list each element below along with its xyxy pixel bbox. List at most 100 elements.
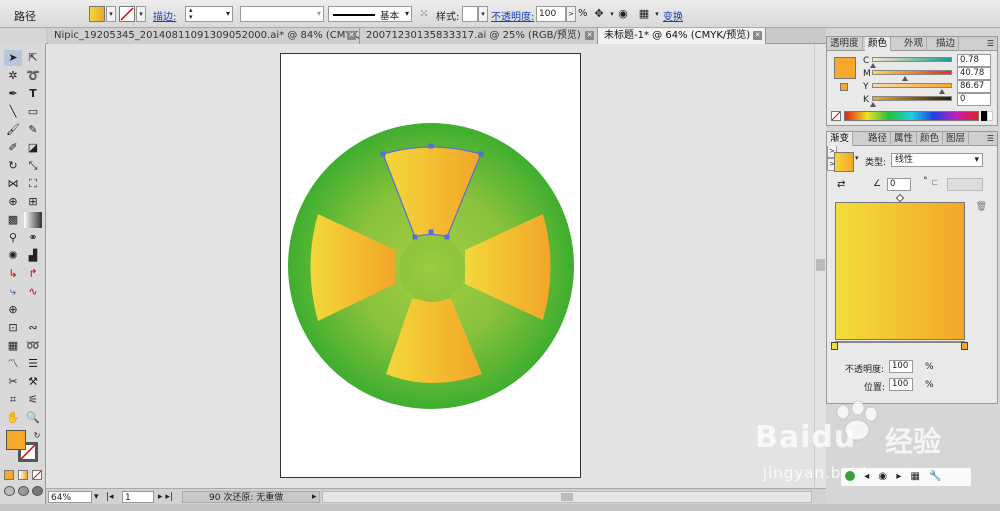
stroke-link[interactable]: 描边: <box>153 8 176 23</box>
tab-document-1[interactable]: Nipic_19205345_20140811091309052000.ai* … <box>48 28 360 44</box>
white-swatch[interactable] <box>987 111 993 121</box>
artboard[interactable] <box>280 53 581 478</box>
none-mode-icon[interactable] <box>32 470 42 480</box>
scale-tool-icon[interactable]: ⤡ <box>24 158 42 174</box>
scroll-thumb[interactable] <box>561 493 573 501</box>
eraser-icon[interactable]: ◪ <box>24 140 42 156</box>
gradient-swatch[interactable] <box>834 152 854 172</box>
tab-color-guide[interactable]: 颜色 <box>917 132 944 146</box>
tab-document-3[interactable]: 未标题-1* @ 64% (CMYK/预览) ✕ <box>598 28 766 44</box>
column-graph-icon[interactable]: ▟ <box>24 248 42 264</box>
paintbrush-icon[interactable]: 🖌 <box>4 122 22 138</box>
artboard-tool-icon[interactable]: ⊡ <box>4 320 22 336</box>
perspective-grid-icon[interactable]: ⊞ <box>24 194 42 210</box>
graph-icon[interactable]: ▦ <box>4 338 22 354</box>
draw-behind-icon[interactable] <box>18 486 29 496</box>
graphic-style-swatch[interactable] <box>462 6 478 22</box>
crop-icon[interactable]: ⌗ <box>4 392 22 408</box>
twirl-icon[interactable]: ➿ <box>24 338 42 354</box>
next-artboard-icon[interactable]: ▸ ▸| <box>158 491 173 503</box>
gradient-swatch-dropdown[interactable]: ▾ <box>855 154 859 162</box>
blob-brush-icon[interactable]: ✐ <box>4 140 22 156</box>
gradient-stop-left[interactable] <box>831 342 838 350</box>
tab-color[interactable]: 颜色 <box>865 37 892 51</box>
k-slider[interactable] <box>872 96 952 101</box>
c-slider[interactable] <box>872 57 952 62</box>
angle-field[interactable]: 0 <box>887 178 911 191</box>
stroke-weight-field[interactable]: ▴ ▾ ▾ <box>185 6 233 22</box>
first-artboard-icon[interactable]: |◂ <box>106 491 114 503</box>
color-spectrum[interactable] <box>844 111 979 121</box>
tab-gradient[interactable]: 渐变 <box>827 132 854 146</box>
none-color-icon[interactable] <box>831 111 841 121</box>
overlay-play-icon[interactable]: ▸ <box>896 471 901 482</box>
stop-location-field[interactable]: 100 <box>889 378 913 391</box>
puppet-warp-icon[interactable]: ↳ <box>4 266 22 282</box>
vertical-scrollbar[interactable] <box>814 44 826 488</box>
path-tool-icon[interactable]: ⤷ <box>4 284 22 300</box>
close-icon[interactable]: ✕ <box>347 31 356 40</box>
globe-icon[interactable]: ◉ <box>615 6 631 22</box>
stroke-dropdown[interactable]: ▾ <box>136 6 146 22</box>
m-slider-thumb[interactable] <box>902 76 908 81</box>
opacity-input[interactable]: 100 <box>536 6 566 22</box>
hand-tool-icon[interactable]: ✋ <box>4 410 22 426</box>
c-value-field[interactable]: 0.78 <box>957 54 991 67</box>
type-tool-icon[interactable]: T <box>24 86 42 102</box>
lasso-icon[interactable]: ➰ <box>24 68 42 84</box>
selection-tool-icon[interactable]: ➤ <box>4 50 22 66</box>
fill-swatch[interactable] <box>89 6 105 22</box>
eyedropper-icon[interactable]: ⚲ <box>4 230 22 246</box>
status-message[interactable]: 90 次还原: 无重做 <box>182 491 320 503</box>
zoom-tool-icon[interactable]: 🔍 <box>24 410 42 426</box>
fill-dropdown[interactable]: ▾ <box>106 6 116 22</box>
tab-layers[interactable]: 图层 <box>943 132 970 146</box>
color-mode-icon[interactable] <box>4 470 14 480</box>
wave-tool-icon[interactable]: ∿ <box>24 284 42 300</box>
crosshair-icon[interactable]: ⊕ <box>4 302 22 318</box>
center-hub[interactable] <box>399 236 465 302</box>
current-fill-swatch[interactable] <box>834 57 856 79</box>
direct-selection-tool-icon[interactable]: ⇱ <box>24 50 42 66</box>
reshape-icon[interactable]: ↱ <box>24 266 42 282</box>
mesh-tool-icon[interactable]: ▩ <box>4 212 22 228</box>
panel-menu-icon[interactable]: ☰ <box>987 134 994 143</box>
status-menu-icon[interactable]: ▸ <box>312 491 317 503</box>
opacity-link[interactable]: 不透明度: <box>491 8 534 23</box>
magic-wand-icon[interactable]: ✲ <box>4 68 22 84</box>
shape-builder-icon[interactable]: ⊕ <box>4 194 22 210</box>
pencil-icon[interactable]: ✎ <box>24 122 42 138</box>
artboard-select[interactable]: 1 <box>122 491 154 503</box>
fill-color-box[interactable] <box>6 430 26 450</box>
line-tool-icon[interactable]: ╲ <box>4 104 22 120</box>
m-slider[interactable] <box>872 70 952 75</box>
gradient-preview[interactable] <box>835 202 965 340</box>
artwork[interactable] <box>281 54 582 479</box>
opacity-dropdown[interactable]: > <box>566 6 576 22</box>
stroke-profile-dropdown[interactable]: 基本 ▾ <box>328 6 412 22</box>
draw-normal-icon[interactable] <box>4 486 15 496</box>
knife-icon[interactable]: ⚒ <box>24 374 42 390</box>
tab-document-2[interactable]: 20071230135833317.ai @ 25% (RGB/预览) ✕ <box>360 28 598 44</box>
warp-tool-icon[interactable]: ∾ <box>24 320 42 336</box>
m-value-field[interactable]: 40.78 <box>957 67 991 80</box>
y-slider-thumb[interactable] <box>939 89 945 94</box>
delete-stop-icon[interactable]: 🗑 <box>976 202 987 212</box>
k-value-field[interactable]: 0 <box>957 93 991 106</box>
gradient-tool-icon[interactable] <box>24 212 42 228</box>
rotate-tool-icon[interactable]: ↻ <box>4 158 22 174</box>
horizontal-scrollbar[interactable] <box>322 491 812 503</box>
chart-line-icon[interactable]: 〽 <box>4 356 22 372</box>
gradient-stop-right[interactable] <box>961 342 968 350</box>
overlay-arrow-icon[interactable]: ◂ <box>864 471 869 482</box>
tab-attributes[interactable]: 属性 <box>891 132 918 146</box>
slice-tool-icon[interactable]: ✂ <box>4 374 22 390</box>
list-icon[interactable]: ☰ <box>24 356 42 372</box>
pen-tool-icon[interactable]: ✒ <box>4 86 22 102</box>
tab-transparency[interactable]: 透明度 <box>827 37 863 51</box>
y-slider[interactable] <box>872 83 952 88</box>
zoom-select[interactable]: 64% <box>48 491 92 503</box>
measure-icon[interactable]: ⚟ <box>24 392 42 408</box>
midpoint-diamond[interactable] <box>895 193 905 203</box>
canvas-area[interactable] <box>46 44 814 488</box>
